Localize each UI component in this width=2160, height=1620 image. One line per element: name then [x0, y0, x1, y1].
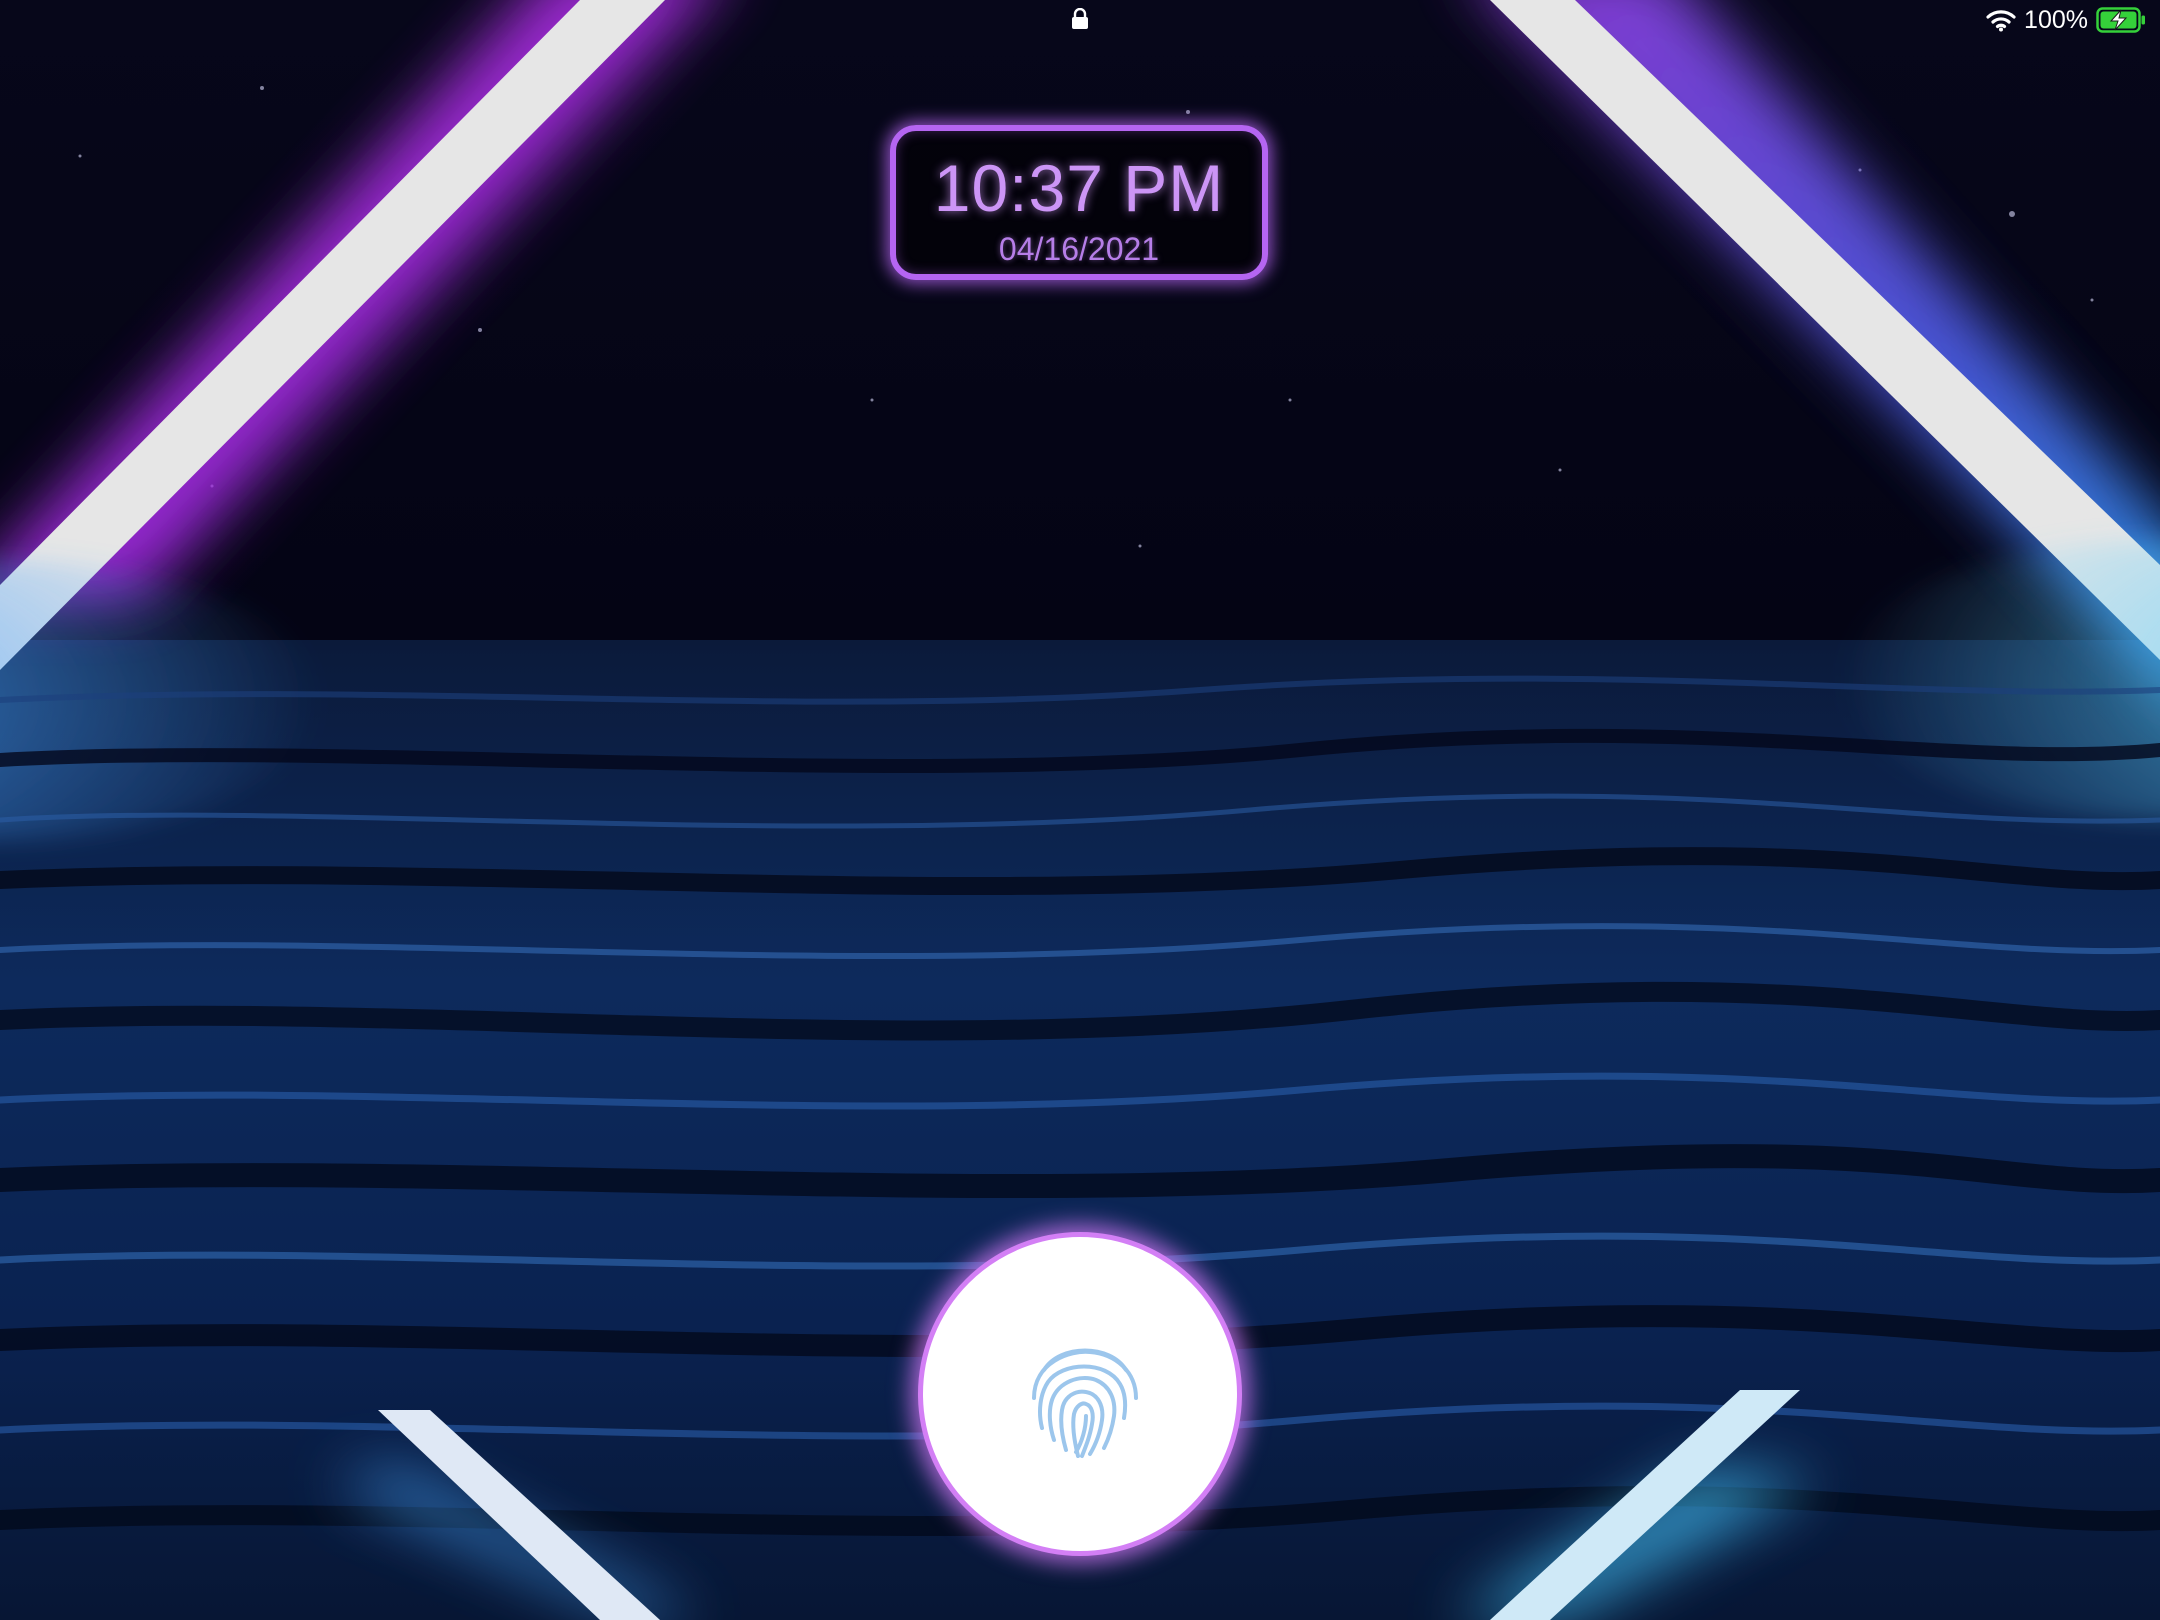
status-bar: 100%	[0, 0, 2160, 40]
lock-icon	[1072, 8, 1088, 29]
battery-charging-icon	[2096, 7, 2145, 33]
clock-time: 10:37 PM	[933, 151, 1225, 225]
clock-date: 04/16/2021	[998, 231, 1160, 267]
status-right-group: 100%	[1986, 4, 2146, 36]
lock-screen: 100% 10:37 PM 04/16/2021	[0, 0, 2160, 1620]
fingerprint-icon	[1032, 1348, 1138, 1458]
fingerprint-unlock-button[interactable]	[918, 1232, 1242, 1556]
clock-widget: 10:37 PM 04/16/2021	[890, 125, 1268, 280]
battery-percentage: 100%	[2024, 6, 2088, 34]
wifi-icon	[1986, 10, 2016, 32]
